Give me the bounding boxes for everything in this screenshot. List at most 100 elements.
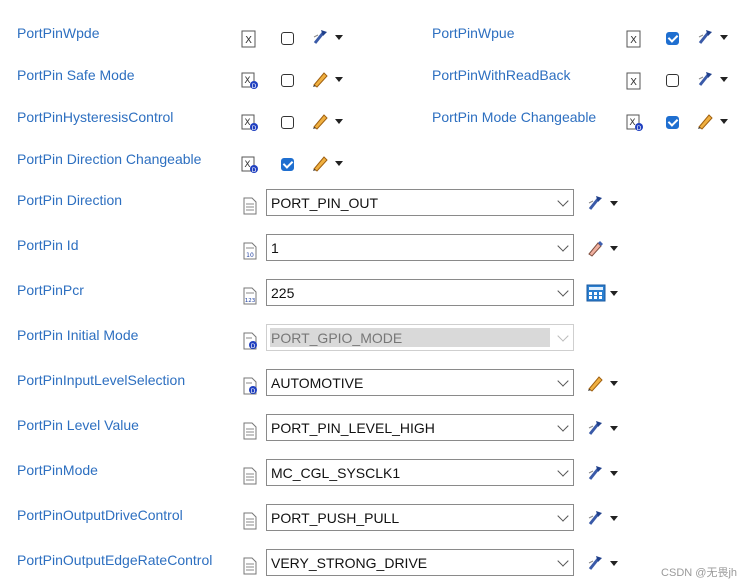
chevron-down-icon[interactable] (720, 77, 728, 82)
select-value: PORT_PIN_LEVEL_HIGH (271, 420, 435, 436)
svg-text:X: X (244, 76, 250, 86)
chevron-down-icon[interactable] (557, 510, 569, 522)
doc-icon (242, 557, 258, 575)
chevron-down-icon[interactable] (335, 161, 343, 166)
svg-text:10: 10 (246, 252, 254, 259)
svg-text:D: D (251, 343, 256, 350)
wand-icon[interactable] (586, 554, 604, 572)
x-icon: X (626, 30, 642, 48)
chevron-down-icon[interactable] (610, 381, 618, 386)
field-label: PortPin Safe Mode (17, 67, 135, 83)
chevron-down-icon[interactable] (610, 201, 618, 206)
checkbox[interactable] (281, 32, 294, 45)
wand-icon[interactable] (586, 509, 604, 527)
field-label: PortPinWithReadBack (432, 67, 571, 83)
field-label: PortPin Direction (17, 192, 123, 208)
wand-icon[interactable] (696, 70, 714, 88)
svg-text:123: 123 (245, 298, 256, 304)
doc-icon (242, 422, 258, 440)
pencil-icon[interactable] (311, 112, 329, 130)
watermark: CSDN @无畏jh (661, 567, 737, 579)
select-value: MC_CGL_SYSCLK1 (271, 465, 401, 481)
chevron-down-icon[interactable] (557, 195, 569, 207)
xd-icon: XD (241, 156, 258, 174)
calculator-icon[interactable] (586, 284, 606, 302)
field-label: PortPinInputLevelSelection (17, 372, 186, 388)
svg-text:X: X (244, 160, 250, 170)
value-select[interactable]: PORT_PIN_OUT (266, 189, 574, 216)
doc-d-icon: D (242, 332, 258, 350)
xd-icon: XD (241, 72, 258, 90)
wand-icon[interactable] (696, 28, 714, 46)
value-select[interactable]: 225 (266, 279, 574, 306)
field-label: PortPin Id (17, 237, 79, 253)
chevron-down-icon[interactable] (557, 285, 569, 297)
select-value: VERY_STRONG_DRIVE (271, 555, 428, 571)
value-select[interactable]: 1 (266, 234, 574, 261)
checkbox[interactable] (666, 32, 679, 45)
doc-num-icon: 10 (242, 242, 258, 260)
chevron-down-icon[interactable] (610, 291, 618, 296)
checkbox[interactable] (281, 74, 294, 87)
chevron-down-icon[interactable] (610, 516, 618, 521)
field-label: PortPinPcr (17, 282, 84, 298)
pencil-icon[interactable] (311, 154, 329, 172)
value-select[interactable]: MC_CGL_SYSCLK1 (266, 459, 574, 486)
chevron-down-icon[interactable] (610, 426, 618, 431)
doc-icon (242, 467, 258, 485)
wand-icon[interactable] (311, 28, 329, 46)
field-label: PortPinOutputEdgeRateControl (17, 552, 213, 568)
chevron-down-icon[interactable] (610, 471, 618, 476)
checkbox[interactable] (666, 116, 679, 129)
chevron-down-icon[interactable] (335, 119, 343, 124)
chevron-down-icon[interactable] (720, 35, 728, 40)
chevron-down-icon[interactable] (335, 35, 343, 40)
svg-text:X: X (244, 118, 250, 128)
doc-icon (242, 197, 258, 215)
wand-icon[interactable] (586, 194, 604, 212)
checkbox[interactable] (281, 116, 294, 129)
svg-text:D: D (252, 167, 257, 174)
doc-123-icon: 123 (242, 287, 258, 305)
chevron-down-icon[interactable] (557, 420, 569, 432)
chevron-down-icon[interactable] (557, 555, 569, 567)
value-select[interactable]: PORT_PIN_LEVEL_HIGH (266, 414, 574, 441)
wand-icon[interactable] (586, 419, 604, 437)
pencil-icon[interactable] (696, 112, 714, 130)
field-label: PortPinOutputDriveControl (17, 507, 183, 523)
field-label: PortPinWpde (17, 25, 100, 41)
chevron-down-icon[interactable] (335, 77, 343, 82)
value-select[interactable]: AUTOMOTIVE (266, 369, 574, 396)
field-label: PortPinWpue (432, 25, 515, 41)
svg-text:X: X (245, 35, 252, 46)
chevron-down-icon[interactable] (557, 375, 569, 387)
svg-text:X: X (630, 77, 637, 88)
chevron-down-icon[interactable] (720, 119, 728, 124)
svg-text:X: X (629, 118, 635, 128)
field-label: PortPin Initial Mode (17, 327, 139, 343)
wand-icon[interactable] (586, 464, 604, 482)
doc-icon (242, 512, 258, 530)
checkbox[interactable] (281, 158, 294, 171)
select-value: 225 (271, 285, 295, 301)
svg-text:X: X (630, 35, 637, 46)
value-select[interactable]: VERY_STRONG_DRIVE (266, 549, 574, 576)
field-label: PortPin Level Value (17, 417, 139, 433)
field-label: PortPin Direction Changeable (17, 151, 202, 167)
chevron-down-icon[interactable] (557, 240, 569, 252)
field-label: PortPinMode (17, 462, 98, 478)
xd-icon: XD (241, 114, 258, 132)
chevron-down-icon[interactable] (557, 465, 569, 477)
checkbox[interactable] (666, 74, 679, 87)
select-value: PORT_GPIO_MODE (271, 330, 403, 346)
highlighter-icon[interactable] (586, 239, 604, 257)
pencil-icon[interactable] (586, 374, 604, 392)
chevron-down-icon (557, 330, 569, 342)
pencil-icon[interactable] (311, 70, 329, 88)
value-select[interactable]: PORT_PUSH_PULL (266, 504, 574, 531)
chevron-down-icon[interactable] (610, 246, 618, 251)
chevron-down-icon[interactable] (610, 561, 618, 566)
xd-icon: XD (626, 114, 643, 132)
field-label: PortPinHysteresisControl (17, 109, 174, 125)
svg-text:D: D (251, 388, 256, 395)
